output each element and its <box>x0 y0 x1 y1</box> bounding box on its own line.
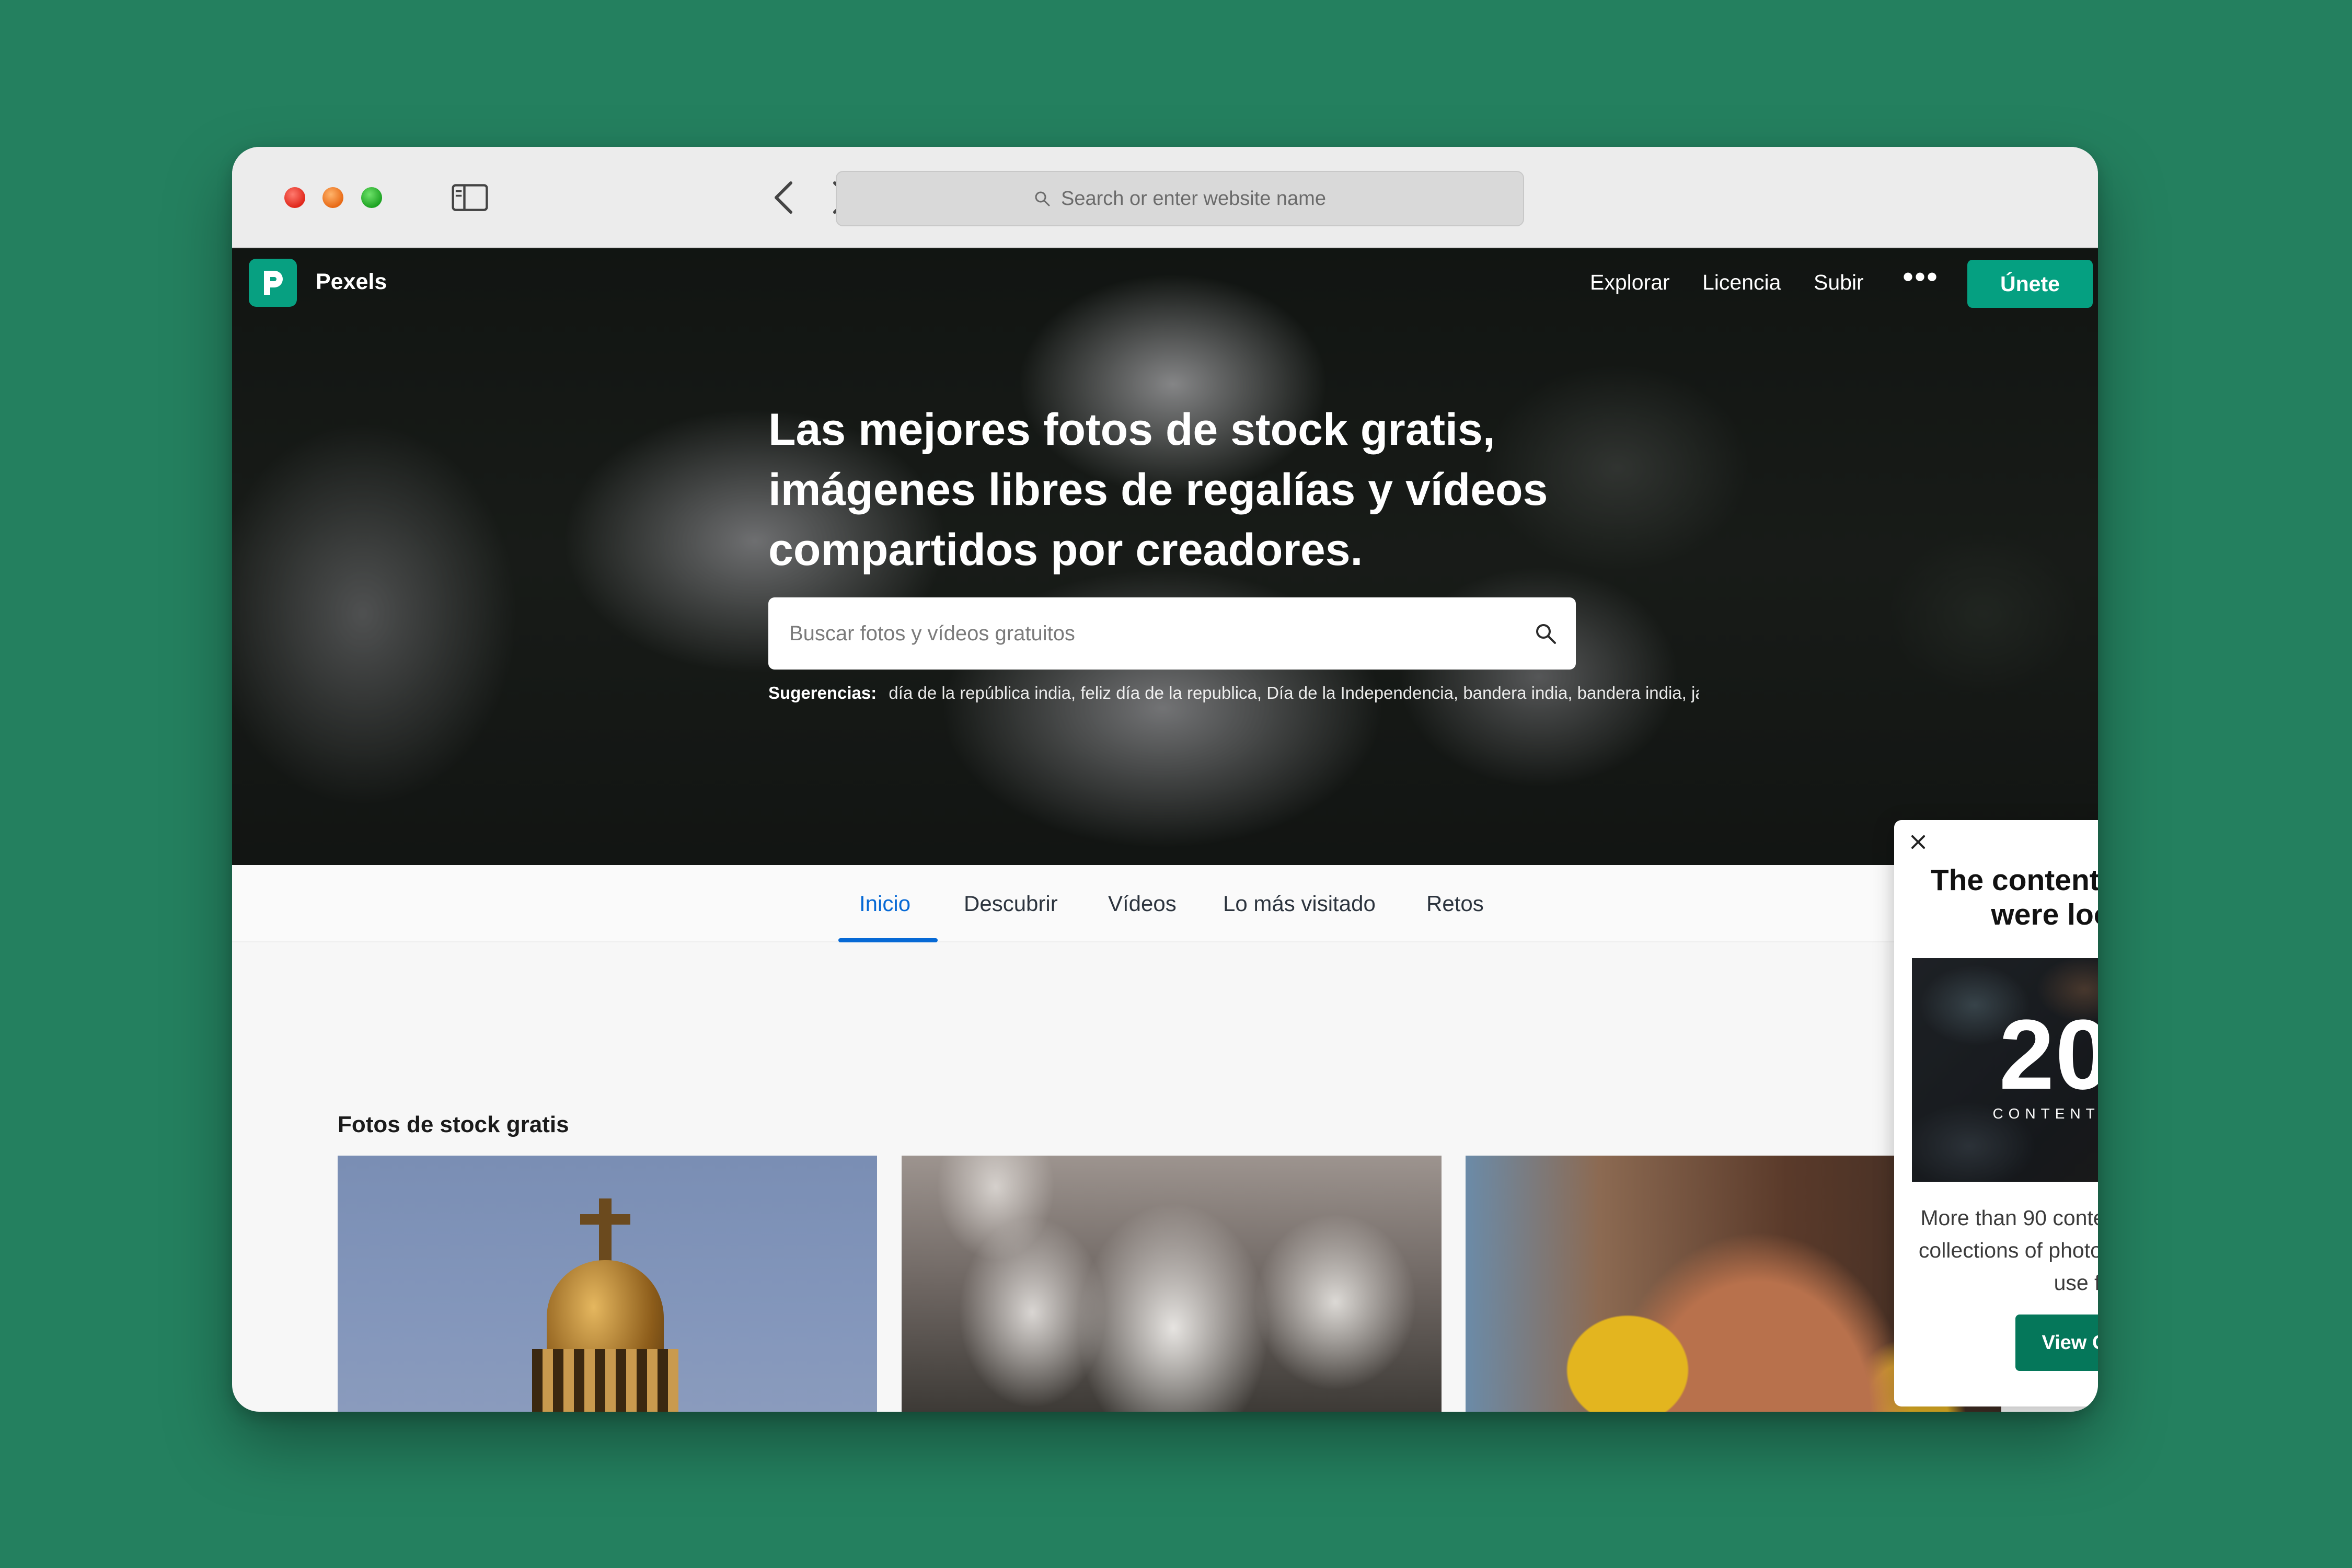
minimize-window-button[interactable] <box>322 187 343 208</box>
address-bar[interactable]: Search or enter website name <box>836 171 1524 226</box>
pexels-logo-icon[interactable] <box>249 259 297 307</box>
dome-columns-shape <box>532 1349 678 1412</box>
cross-shape <box>580 1198 630 1261</box>
hero-title: Las mejores fotos de stock gratis, imáge… <box>768 405 1548 575</box>
close-icon[interactable] <box>1905 828 1932 856</box>
popup-calendar-image: 2022 CONTENT CALENDAR <box>1912 958 2098 1182</box>
view-calendar-button[interactable]: View Calendar <box>2015 1315 2098 1371</box>
top-navigation: Pexels Explorar Licencia Subir ••• Únete <box>232 248 2098 316</box>
tab-inicio[interactable]: Inicio <box>859 891 910 916</box>
back-icon[interactable] <box>765 179 802 216</box>
join-button[interactable]: Únete <box>1967 260 2093 308</box>
logo-text[interactable]: Pexels <box>316 269 387 295</box>
nav-explorar[interactable]: Explorar <box>1590 270 1670 295</box>
sidebar-toggle-icon[interactable] <box>452 179 488 216</box>
suggestion-links[interactable]: día de la república india, feliz día de … <box>889 683 1699 702</box>
more-menu-icon[interactable]: ••• <box>1903 259 1939 295</box>
maximize-window-button[interactable] <box>361 187 382 208</box>
popup-image-subtitle: CONTENT CALENDAR <box>1992 1105 2098 1122</box>
nav-licencia[interactable]: Licencia <box>1702 270 1781 295</box>
content-calendar-popup: The content calendar you were looking fo… <box>1894 820 2098 1406</box>
web-page: Pexels Explorar Licencia Subir ••• Únete… <box>232 248 2098 1412</box>
hero-section: Pexels Explorar Licencia Subir ••• Únete… <box>232 248 2098 865</box>
hero-search-input[interactable] <box>789 621 1534 645</box>
popup-image-year: 2022 <box>1999 999 2098 1110</box>
popup-title: The content calendar you were looking fo… <box>1930 863 2098 931</box>
browser-window: Search or enter website name Pexels Expl… <box>232 147 2098 1412</box>
search-icon <box>1035 191 1050 206</box>
section-title: Fotos de stock gratis <box>338 1112 569 1137</box>
search-suggestions: Sugerencias: día de la república india, … <box>768 683 1699 703</box>
hero-search-box <box>768 597 1576 670</box>
photo-white-lilies[interactable] <box>902 1156 1442 1412</box>
tab-mas-visitado[interactable]: Lo más visitado <box>1223 891 1376 916</box>
search-icon[interactable] <box>1534 622 1557 645</box>
popup-description: More than 90 content ideas with curated … <box>1918 1206 2098 1295</box>
content-tabs: Inicio Descubrir Vídeos Lo más visitado … <box>232 865 2098 942</box>
tab-retos[interactable]: Retos <box>1426 891 1484 916</box>
address-placeholder: Search or enter website name <box>1061 187 1326 210</box>
suggestions-label: Sugerencias: <box>768 683 877 702</box>
tab-descubrir[interactable]: Descubrir <box>964 891 1058 916</box>
close-window-button[interactable] <box>284 187 305 208</box>
photo-church-dome[interactable] <box>338 1156 877 1412</box>
browser-toolbar: Search or enter website name <box>232 147 2098 248</box>
tab-videos[interactable]: Vídeos <box>1108 891 1177 916</box>
nav-subir[interactable]: Subir <box>1814 270 1864 295</box>
active-tab-indicator <box>838 938 938 942</box>
